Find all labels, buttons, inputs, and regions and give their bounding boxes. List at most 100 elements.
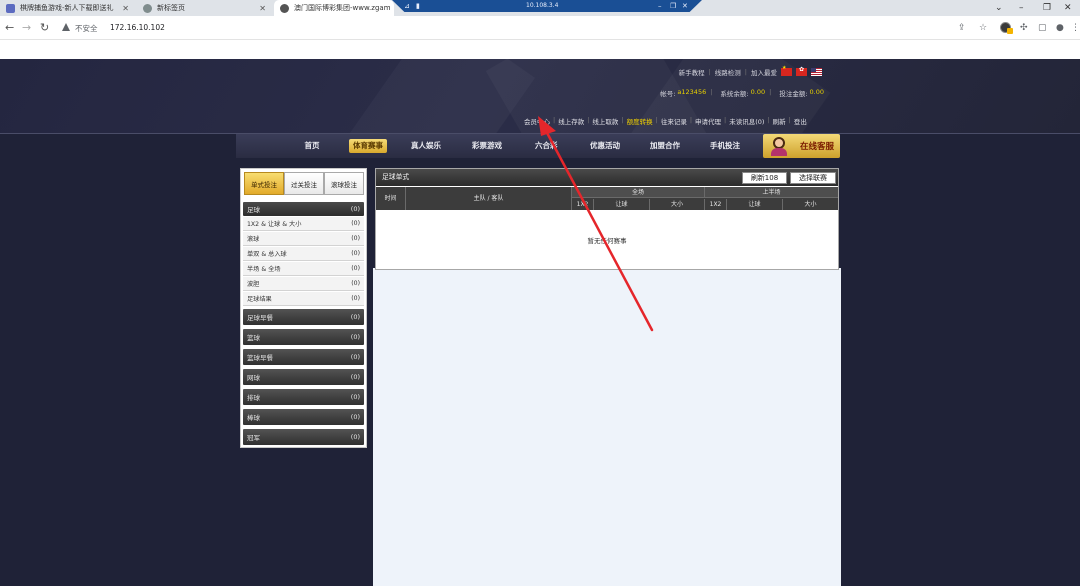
link-online-deposit[interactable]: 线上存款	[558, 116, 584, 126]
tab-parlay-bet[interactable]: 过关投注	[284, 172, 324, 195]
sport-group-basketball-early[interactable]: 篮球早餐 (0)	[243, 349, 364, 365]
football-item-correct-score[interactable]: 波胆 (0)	[243, 277, 364, 291]
restore-icon[interactable]: ❐	[670, 0, 676, 12]
group-count: (0)	[350, 353, 360, 361]
select-league-button[interactable]: 选择联赛	[790, 172, 836, 184]
nav-mark-six[interactable]: 六合彩	[535, 139, 558, 153]
link-add-favorite[interactable]: 加入最爱	[751, 67, 777, 77]
item-count: (0)	[351, 265, 360, 272]
balance-label: 系统余额:	[720, 90, 749, 98]
football-item-half-full[interactable]: 半场 & 全场 (0)	[243, 262, 364, 276]
globe-icon	[143, 3, 152, 13]
nav-live-casino[interactable]: 真人娱乐	[411, 139, 441, 153]
restore-icon[interactable]: ❐	[1043, 0, 1051, 16]
insecure-label[interactable]: 不安全	[75, 23, 98, 34]
tab-close-icon[interactable]: ✕	[122, 4, 129, 13]
browser-tab-1[interactable]: 棋牌捕鱼游戏-新人下载即送礼 ✕	[0, 0, 135, 16]
content-area	[373, 268, 841, 586]
events-table-header: 时间 主队 / 客队 全场 1X2 让球 大小 上半场 1X2 让球 大小	[376, 187, 838, 210]
sport-group-volleyball[interactable]: 排球 (0)	[243, 389, 364, 405]
group-label: 棒球	[247, 414, 260, 422]
user-links: 会员中心 | 线上存款 | 线上取款 | 额度转换 | 往来记录 | 申请代理 | 未读讯息…	[524, 116, 807, 126]
usa-flag-icon[interactable]	[811, 68, 822, 76]
user-icon[interactable]: ●	[1056, 21, 1064, 35]
reload-icon[interactable]: ↻	[40, 20, 49, 36]
football-item-results[interactable]: 足球结果 (0)	[243, 292, 364, 306]
nav-home[interactable]: 首页	[300, 139, 324, 153]
col-ft-handicap: 让球	[594, 199, 650, 210]
nav-mobile-betting[interactable]: 手机投注	[710, 139, 740, 153]
nav-sports[interactable]: 体育赛事	[349, 139, 387, 153]
link-tutorial[interactable]: 新手教程	[679, 67, 705, 77]
col-fh-handicap: 让球	[727, 199, 783, 210]
back-icon[interactable]: ←	[5, 20, 14, 36]
browser-tab-strip: 棋牌捕鱼游戏-新人下载即送礼 ✕ 新标签页 ✕ 澳门国际博彩集团-www.zga…	[0, 0, 1080, 16]
address-bar: ← → ↻ 不安全 172.16.10.102 ⇪ ☆ ✣ ▢ ● ⋮	[0, 16, 1080, 40]
forward-icon[interactable]: →	[22, 20, 31, 36]
sport-group-outright[interactable]: 冠军 (0)	[243, 429, 364, 445]
chevron-down-icon[interactable]: ⌄	[995, 0, 1003, 16]
group-count: (0)	[350, 393, 360, 401]
item-count: (0)	[351, 250, 360, 257]
hongkong-flag-icon[interactable]	[796, 66, 807, 76]
bet-type-tabs: 单式投注 过关投注 滚球投注	[244, 172, 364, 195]
nav-promotions[interactable]: 优惠活动	[590, 139, 620, 153]
link-credit-transfer[interactable]: 额度转换	[627, 116, 653, 126]
bet-amount-value: 0.00	[809, 88, 824, 96]
link-refresh[interactable]: 刷新	[773, 116, 786, 126]
tab-title: 新标签页	[157, 4, 185, 12]
link-member-center[interactable]: 会员中心	[524, 116, 550, 126]
col-full-time: 全场	[572, 187, 705, 198]
account-value: a123456	[677, 88, 707, 96]
group-label: 篮球	[247, 334, 260, 342]
link-transaction-records[interactable]: 往来记录	[661, 116, 687, 126]
minimize-icon[interactable]: –	[658, 0, 662, 12]
football-item-odd-even[interactable]: 单双 & 总入球 (0)	[243, 247, 364, 261]
item-label: 单双 & 总入球	[247, 251, 287, 258]
puzzle-icon[interactable]: ✣	[1020, 21, 1028, 35]
sport-group-baseball[interactable]: 棒球 (0)	[243, 409, 364, 425]
group-count: (0)	[350, 433, 360, 441]
tab-single-bet[interactable]: 单式投注	[244, 172, 284, 195]
close-icon[interactable]: ✕	[1064, 0, 1072, 16]
url-input[interactable]: 172.16.10.102	[110, 23, 165, 32]
sport-group-football-early[interactable]: 足球早餐 (0)	[243, 309, 364, 325]
nav-lottery[interactable]: 彩票游戏	[472, 139, 502, 153]
menu-icon[interactable]: ⋮	[1071, 21, 1080, 35]
browser-tab-2[interactable]: 新标签页 ✕	[137, 0, 272, 16]
browser-tab-3[interactable]: 澳门国际博彩集团-www.zgam	[274, 0, 394, 16]
side-panel-icon[interactable]: ▢	[1038, 21, 1047, 35]
signal-icon: ▮	[416, 2, 420, 10]
service-agent-icon	[770, 136, 788, 156]
football-item-live[interactable]: 滚球 (0)	[243, 232, 364, 246]
nav-partnership[interactable]: 加盟合作	[650, 139, 680, 153]
tab-live-bet[interactable]: 滚球投注	[324, 172, 364, 195]
link-online-withdraw[interactable]: 线上取款	[592, 116, 618, 126]
close-icon[interactable]: ✕	[682, 0, 688, 12]
main-nav: 首页 体育赛事 真人娱乐 彩票游戏 六合彩 优惠活动 加盟合作 手机投注	[236, 134, 840, 158]
china-flag-icon[interactable]	[781, 65, 792, 76]
sport-group-basketball[interactable]: 篮球 (0)	[243, 329, 364, 345]
group-count: (0)	[350, 413, 360, 421]
tab-close-icon[interactable]: ✕	[259, 4, 266, 13]
sport-count: (0)	[350, 205, 360, 213]
link-unread-messages[interactable]: 未读讯息(0)	[729, 116, 764, 126]
football-item-1x2[interactable]: 1X2 & 让球 & 大小 (0)	[243, 217, 364, 231]
site-header: 新手教程| 线路检测| 加入最爱 帐号: a123456 | 系统余额: 0.0…	[0, 59, 1080, 134]
refresh-button[interactable]: 刷新108	[742, 172, 787, 184]
events-panel: 足球单式 刷新108 选择联赛 时间 主队 / 客队 全场 1X2 让球 大小 …	[375, 168, 839, 270]
share-icon[interactable]: ⇪	[958, 21, 966, 35]
link-apply-agent[interactable]: 申请代理	[695, 116, 721, 126]
warning-icon	[62, 23, 70, 31]
item-count: (0)	[351, 235, 360, 242]
account-label: 帐号:	[660, 90, 676, 98]
sport-football-header[interactable]: 足球 (0)	[243, 202, 364, 216]
bookmark-star-icon[interactable]: ☆	[979, 21, 987, 35]
minimize-icon[interactable]: –	[1019, 0, 1024, 16]
col-ft-1x2: 1X2	[572, 199, 594, 210]
link-logout[interactable]: 登出	[794, 116, 807, 126]
pin-icon[interactable]: ⊿	[404, 0, 410, 12]
link-line-check[interactable]: 线路检测	[715, 67, 741, 77]
sport-group-tennis[interactable]: 网球 (0)	[243, 369, 364, 385]
globe-icon	[280, 3, 289, 13]
